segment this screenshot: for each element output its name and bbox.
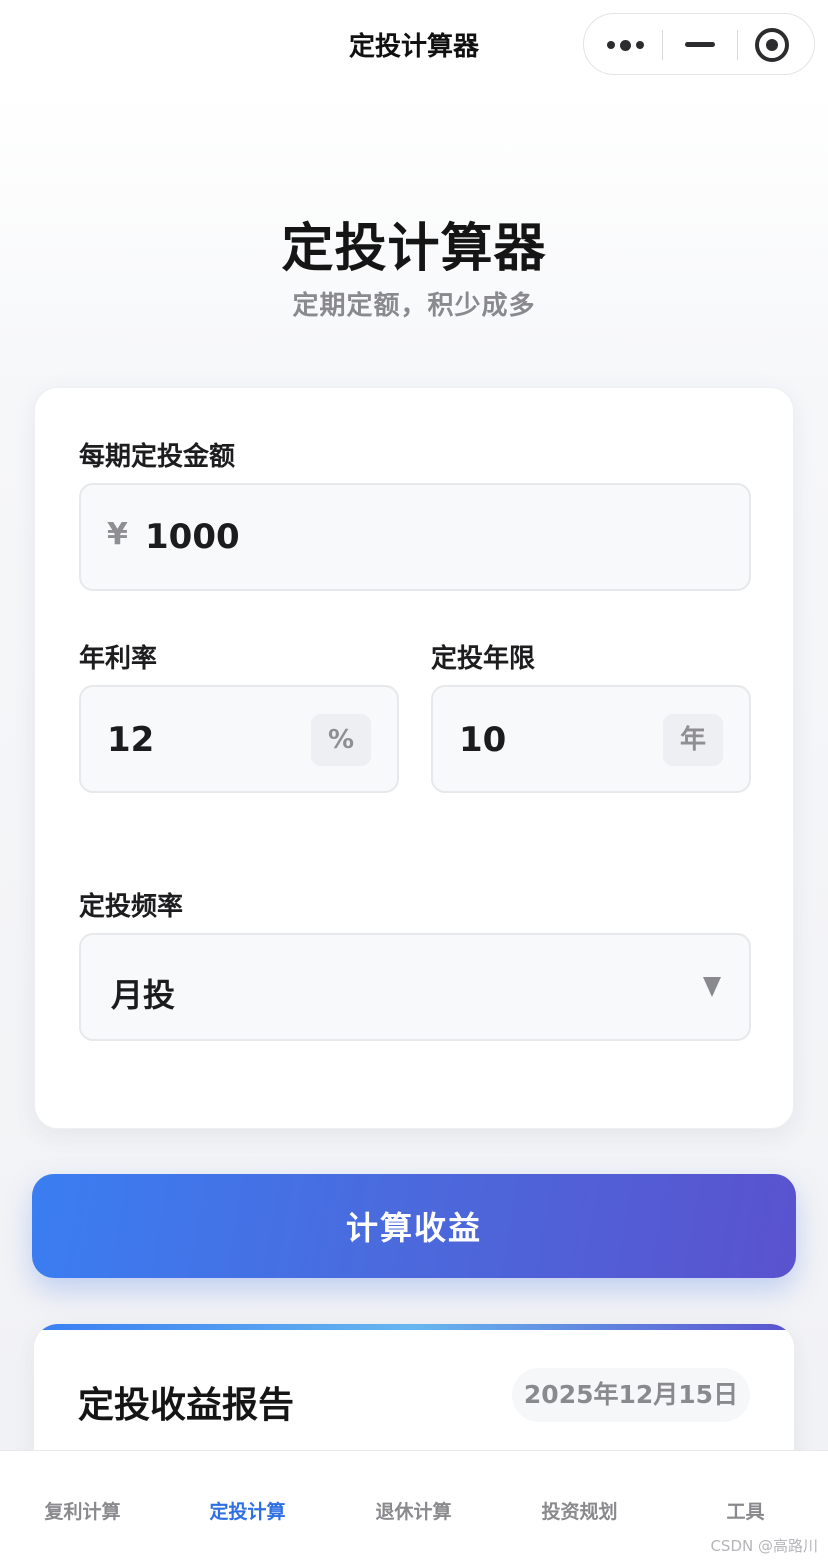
tab-fixed-investment[interactable]: 定投计算 [165, 1497, 330, 1524]
frequency-label: 定投频率 [79, 892, 184, 922]
more-dots-icon [607, 40, 647, 51]
rate-input[interactable]: 12 % [79, 685, 399, 793]
tab-investment-planning[interactable]: 投资规划 [497, 1497, 662, 1524]
report-date-badge: 2025年12月15日 [512, 1368, 750, 1422]
close-target-icon [755, 28, 789, 62]
navigation-bar: 定投计算器 [0, 0, 828, 88]
tab-retirement[interactable]: 退休计算 [331, 1497, 496, 1524]
minimize-icon [685, 42, 715, 47]
amount-value: 1000 [145, 517, 240, 557]
tab-tools[interactable]: 工具 [663, 1497, 828, 1524]
dropdown-arrow-icon [703, 977, 721, 997]
rate-label: 年利率 [79, 644, 158, 674]
tab-compound-interest[interactable]: 复利计算 [0, 1497, 165, 1524]
watermark: CSDN @高路川 [710, 1537, 818, 1555]
page-title: 定投计算器 [281, 219, 547, 279]
years-input[interactable]: 10 年 [431, 685, 751, 793]
amount-label: 每期定投金额 [79, 442, 236, 472]
rate-value: 12 [107, 720, 155, 760]
currency-symbol: ¥ [107, 517, 128, 552]
input-card: 每期定投金额 ¥ 1000 年利率 12 % 定投年限 10 年 定投频率 月投 [34, 387, 794, 1129]
minimize-button[interactable] [662, 14, 738, 76]
report-title: 定投收益报告 [78, 1385, 295, 1426]
more-button[interactable] [584, 14, 660, 76]
report-accent-bar [34, 1324, 794, 1330]
years-value: 10 [459, 720, 507, 760]
year-unit: 年 [663, 714, 723, 766]
mini-program-capsule [583, 13, 815, 75]
frequency-value: 月投 [111, 976, 176, 1014]
bottom-tab-bar: 复利计算 定投计算 退休计算 投资规划 工具 CSDN @高路川 [0, 1450, 828, 1560]
frequency-select[interactable]: 月投 [79, 933, 751, 1041]
page-subtitle: 定期定额，积少成多 [292, 291, 536, 321]
calculate-button[interactable]: 计算收益 [32, 1174, 796, 1278]
percent-unit: % [311, 714, 371, 766]
amount-input[interactable]: ¥ 1000 [79, 483, 751, 591]
close-button[interactable] [738, 14, 814, 76]
years-label: 定投年限 [431, 644, 536, 674]
